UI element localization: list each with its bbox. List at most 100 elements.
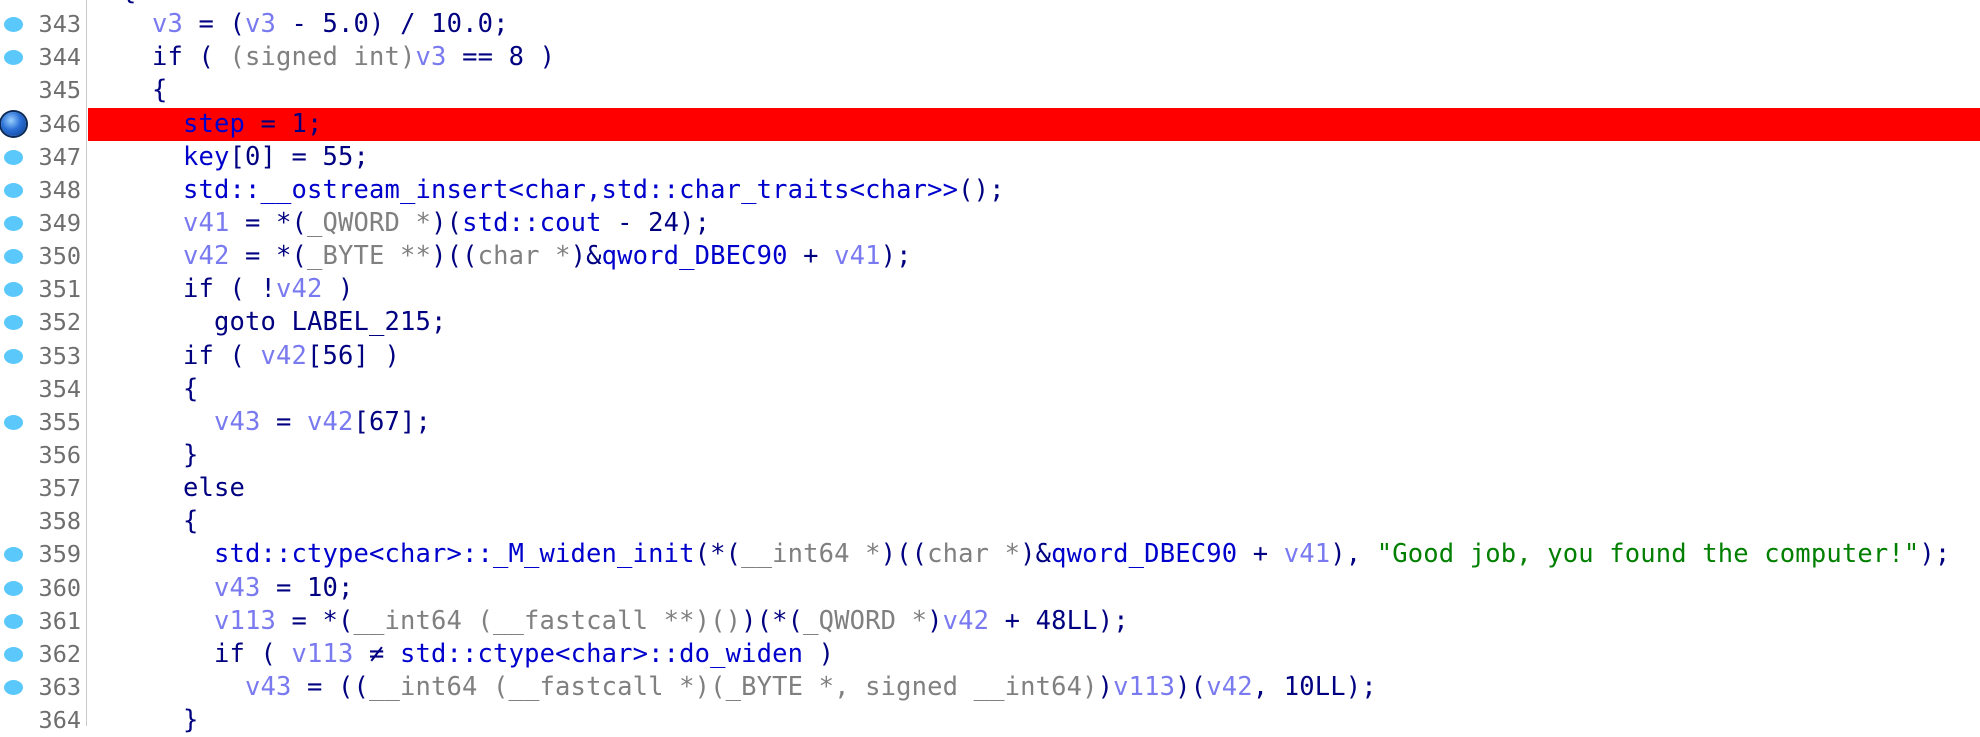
code-identifier[interactable]: std::ctype<char>::do_widen [400,639,803,669]
code-line[interactable]: 361 v113 = *(__int64 (__fastcall **)())(*… [0,605,1980,638]
code-line[interactable]: 343 v3 = (v3 - 5.0) / 10.0; [0,8,1980,41]
breakpoint-dot-icon[interactable] [4,215,23,231]
code-variable[interactable]: v42 [307,407,354,437]
code-keyword: if ( [214,638,292,669]
code-line[interactable]: 353 if ( v42[56] ) [0,340,1980,373]
code-line[interactable]: 363 v43 = ((__int64 (__fastcall *)(_BYTE … [0,671,1980,704]
breakpoint-dot-icon[interactable] [4,580,23,596]
code-line[interactable]: 358 { [0,505,1980,538]
breakpoint-dot-icon[interactable] [4,679,23,695]
code-line[interactable]: 362 if ( v113 ≠ std::ctype<char>::do_wide… [0,638,1980,671]
code-identifier[interactable]: std::__ostream_insert<char,std::char_tra… [183,175,958,205]
code-keyword: = 10; [260,572,354,603]
code-text: v113 = *(__int64 (__fastcall **)())(*(_Q… [214,605,1129,638]
code-keyword: - 24); [601,207,711,238]
code-variable[interactable]: v41 [834,241,881,271]
code-type[interactable]: (signed int) [230,42,416,72]
code-listing[interactable]: 342{343v3 = (v3 - 5.0) / 10.0;344if ( (s… [0,0,1980,737]
code-text: else [183,472,245,505]
code-type[interactable]: __int64 * [741,539,881,569]
code-variable[interactable]: v43 [245,672,292,702]
code-keyword: = (( [291,671,370,702]
code-variable[interactable]: v41 [183,208,230,238]
code-text: if ( (signed int)v3 == 8 ) [152,41,555,74]
code-keyword: } [183,439,199,470]
code-text: v43 = ((__int64 (__fastcall *)(_BYTE *, … [245,671,1377,704]
breakpoint-dot-icon[interactable] [4,17,23,33]
code-type[interactable]: _QWORD * [307,208,431,238]
line-number: 360 [38,573,81,602]
code-variable[interactable]: v41 [1284,539,1331,569]
code-type[interactable]: __int64 (__fastcall *)(_BYTE *, signed _… [369,672,1098,702]
code-identifier[interactable]: std::ctype<char>::_M_widen_init [214,539,695,569]
code-string[interactable]: "Good job, you found the computer!" [1377,539,1920,569]
breakpoint-dot-icon[interactable] [4,315,23,331]
code-variable[interactable]: v42 [261,341,308,371]
breakpoint-dot-icon[interactable] [4,50,23,66]
current-instruction-icon[interactable] [1,111,26,136]
code-line[interactable]: 342 { [0,0,1980,8]
code-variable[interactable]: v43 [214,573,261,603]
code-keyword: ) [322,274,354,305]
code-variable[interactable]: v43 [214,407,261,437]
code-variable[interactable]: v113 [292,639,354,669]
code-line[interactable]: 359 std::ctype<char>::_M_widen_init(*(__i… [0,538,1980,571]
code-line[interactable]: 350 v42 = *(_BYTE **)((char *)&qword_DBEC… [0,240,1980,273]
code-line[interactable]: 351 if ( !v42 ) [0,273,1980,306]
code-variable[interactable]: v3 [152,9,183,39]
code-variable[interactable]: v3 [245,9,276,39]
code-variable[interactable]: v113 [214,606,276,636]
code-identifier[interactable]: key [183,142,230,172]
code-line[interactable]: 344 if ( (signed int)v3 == 8 ) [0,41,1980,74]
code-variable[interactable]: v3 [416,42,447,72]
code-line[interactable]: 354 { [0,373,1980,406]
code-text: v43 = 10; [214,572,354,605]
code-line[interactable]: 349 v41 = *(_QWORD *)(std::cout - 24); [0,207,1980,240]
breakpoint-dot-icon[interactable] [4,182,23,198]
code-line[interactable]: 352 goto LABEL_215; [0,306,1980,339]
code-keyword: ≠ [353,638,401,669]
code-type[interactable]: _BYTE ** [307,241,431,271]
code-type[interactable]: _QWORD * [803,606,927,636]
code-keyword: = ( [183,9,246,40]
code-variable[interactable]: v42 [183,241,230,271]
code-identifier[interactable]: std::cout [462,208,602,238]
breakpoint-dot-icon[interactable] [4,249,23,265]
breakpoint-dot-icon[interactable] [4,348,23,364]
code-line[interactable]: 360 v43 = 10; [0,572,1980,605]
code-line[interactable]: 345 { [0,74,1980,107]
code-keyword: if ( [152,42,230,73]
code-line[interactable]: 364} [0,704,1980,737]
code-identifier[interactable]: qword_DBEC90 [1051,539,1237,569]
code-keyword: { [183,506,199,537]
breakpoint-dot-icon[interactable] [4,149,23,165]
code-line[interactable]: 356} [0,439,1980,472]
code-text: { [152,74,168,107]
code-text: { [183,505,199,538]
breakpoint-dot-icon[interactable] [4,282,23,298]
code-keyword: (); [958,174,1005,205]
code-variable[interactable]: v113 [1113,672,1175,702]
code-text: v41 = *(_QWORD *)(std::cout - 24); [183,207,710,240]
code-variable[interactable]: v42 [943,606,990,636]
code-line-current[interactable]: 346 step = 1; [0,107,1980,141]
code-type[interactable]: char * [478,241,571,271]
code-line[interactable]: 348 std::__ostream_insert<char,std::char_… [0,174,1980,207]
code-identifier[interactable]: step [183,109,245,139]
code-text: v3 = (v3 - 5.0) / 10.0; [152,8,509,41]
breakpoint-dot-icon[interactable] [4,414,23,430]
breakpoint-dot-icon[interactable] [4,646,23,662]
code-identifier[interactable]: qword_DBEC90 [602,241,788,271]
breakpoint-dot-icon[interactable] [4,547,23,563]
code-line[interactable]: 347 key[0] = 55; [0,141,1980,174]
code-text: { [183,373,199,406]
code-type[interactable]: __int64 (__fastcall **)() [354,606,742,636]
code-text: std::__ostream_insert<char,std::char_tra… [183,174,1005,207]
code-type[interactable]: char * [927,539,1020,569]
code-variable[interactable]: v42 [276,274,323,304]
code-keyword: = *( [229,207,308,238]
breakpoint-dot-icon[interactable] [4,613,23,629]
code-line[interactable]: 355 v43 = v42[67]; [0,406,1980,439]
code-variable[interactable]: v42 [1206,672,1253,702]
code-line[interactable]: 357 else [0,472,1980,505]
